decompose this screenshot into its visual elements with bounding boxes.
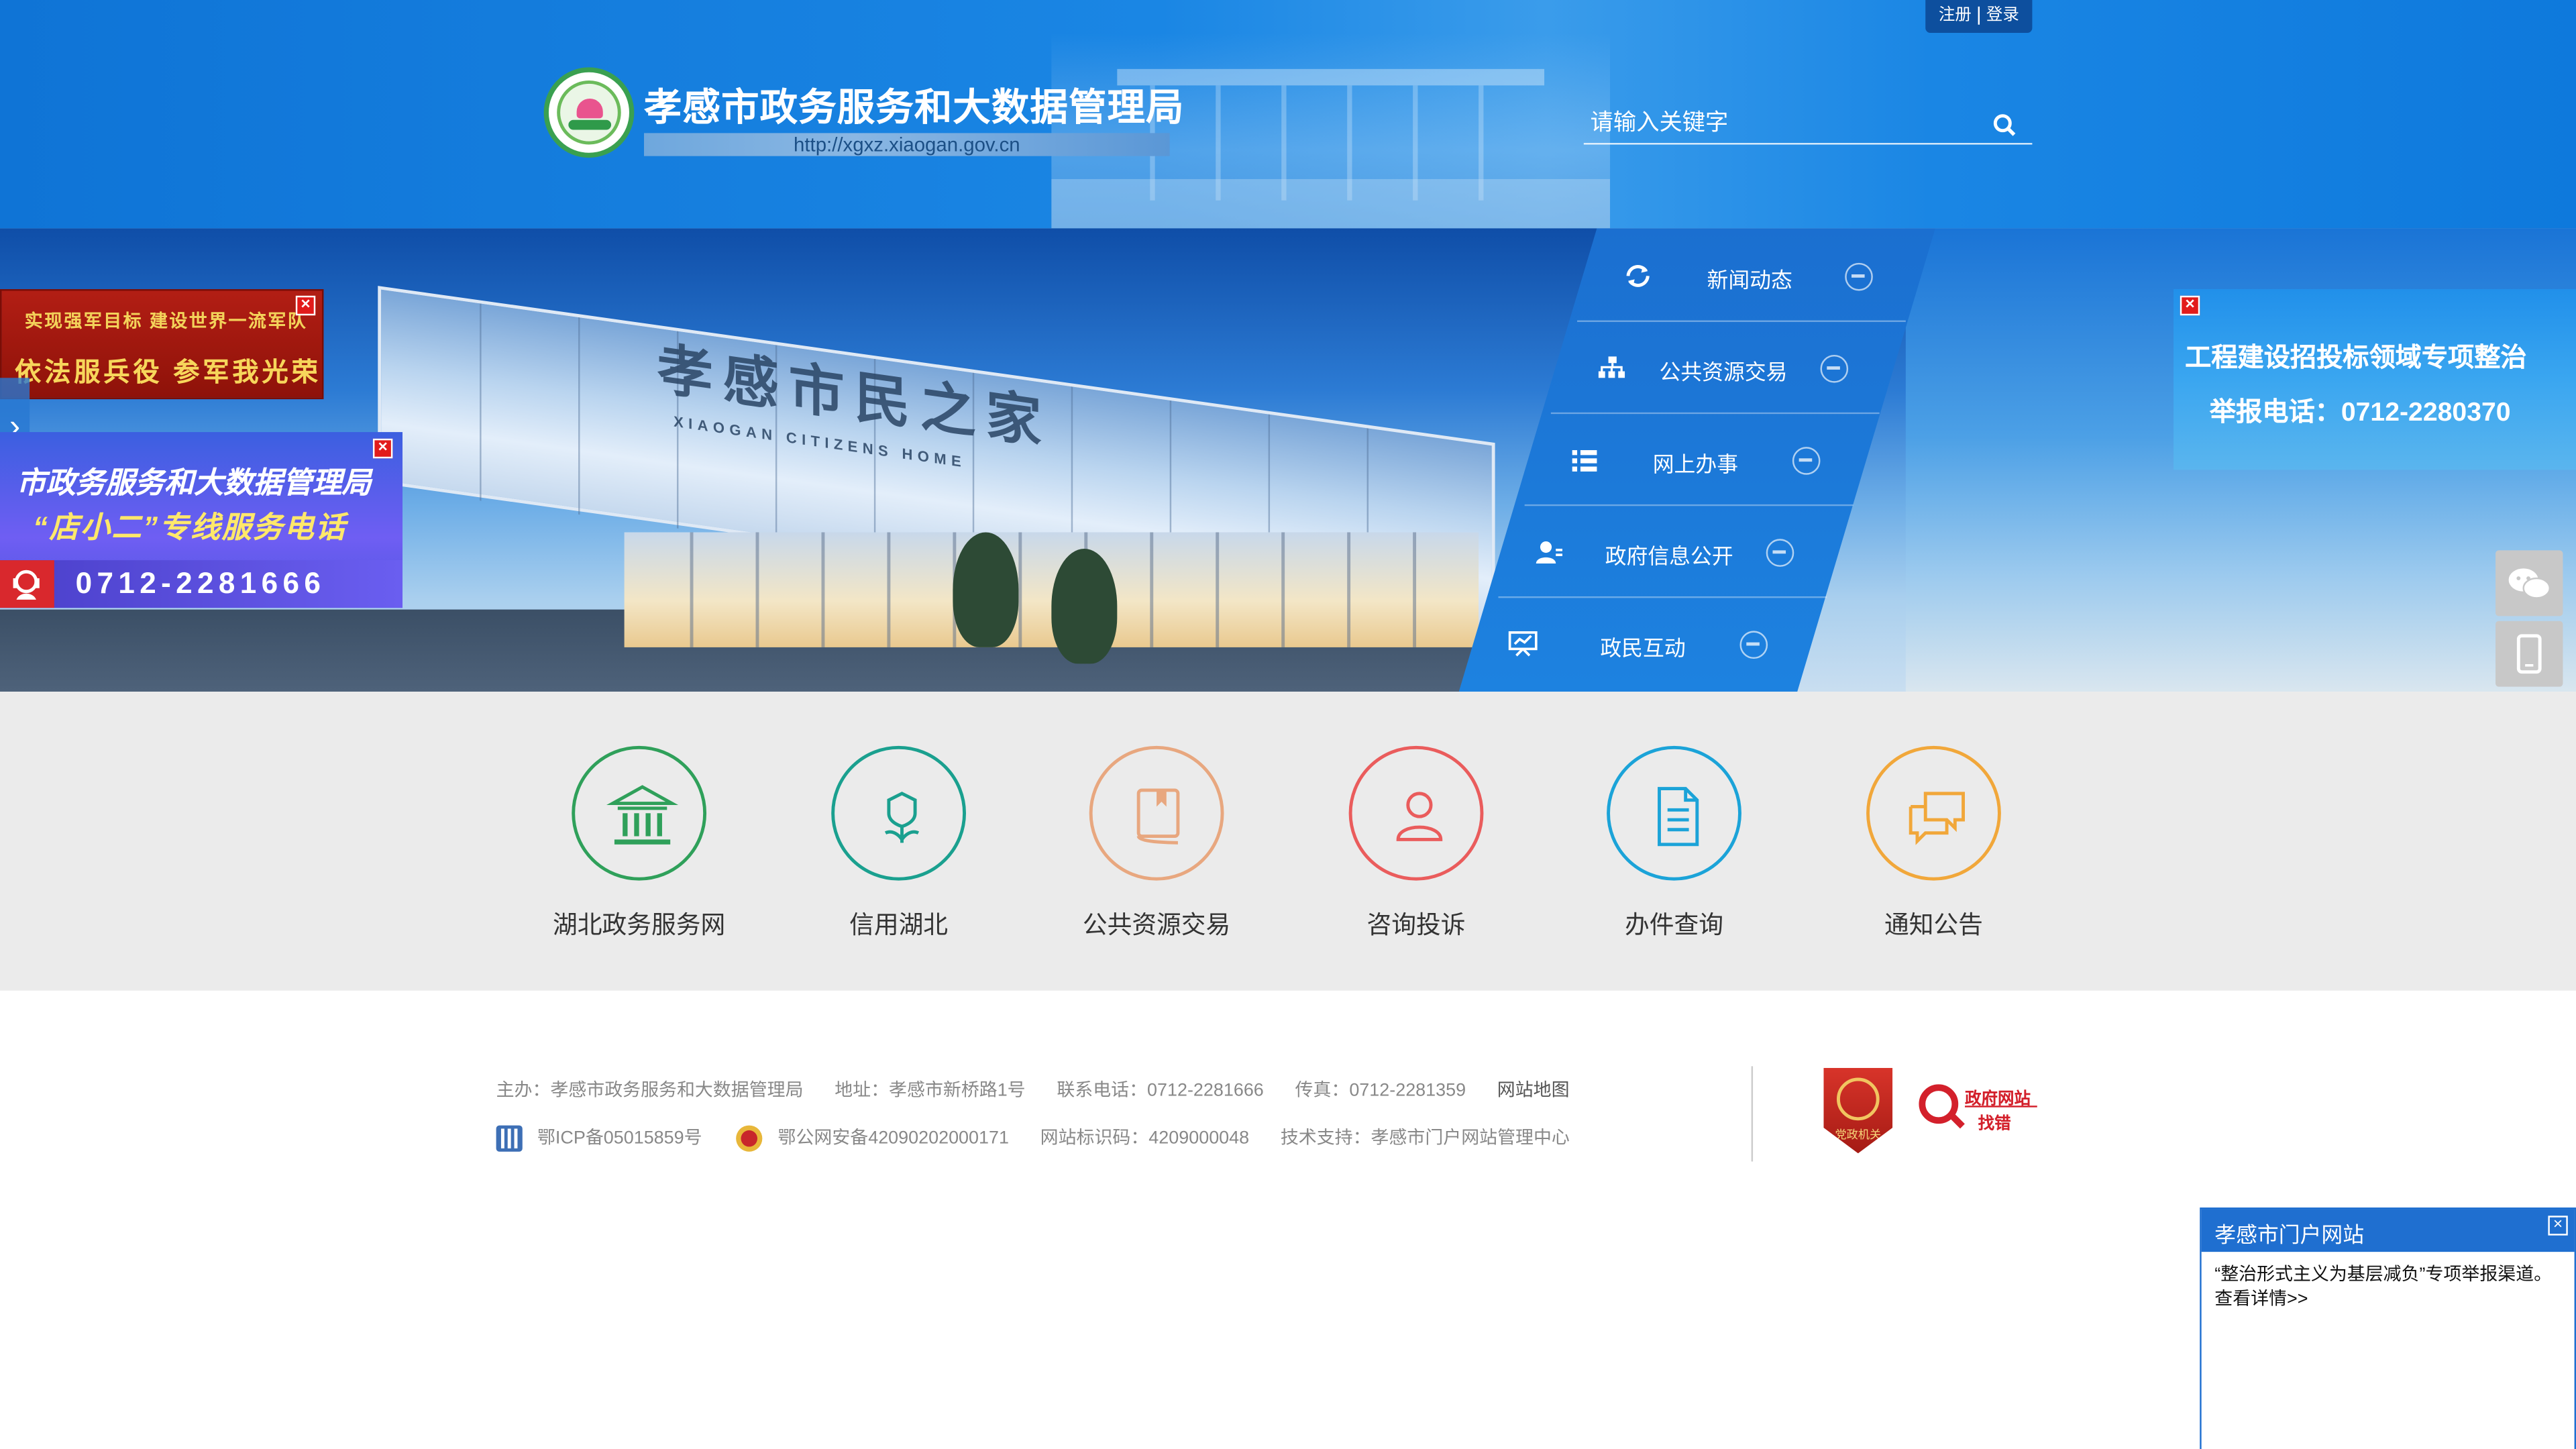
login-link[interactable]: 登录 — [1980, 7, 2026, 25]
footer-site-id: 网站标识码：4209000048 — [1040, 1128, 1250, 1148]
nav-label: 政府信息公开 — [1605, 543, 1733, 569]
gov-website-error-report-badge[interactable]: 政府网站 找错 — [1919, 1078, 2037, 1140]
nav-item-interaction[interactable]: 政民互动 — [1472, 598, 1801, 690]
flower-icon — [831, 745, 967, 881]
chat-icon — [1866, 745, 2001, 881]
quick-link-label: 湖北政务服务网 — [553, 912, 726, 940]
ad-report-line1: 工程建设招投标领域专项整治 — [2185, 345, 2527, 373]
arrow-right-icon — [1792, 447, 1821, 475]
quick-link-label: 信用湖北 — [849, 912, 949, 940]
org-chart-icon — [1598, 356, 1625, 378]
arrow-right-icon — [1739, 631, 1768, 659]
ad-report-line2: 举报电话：0712-2280370 — [2209, 399, 2511, 427]
close-icon[interactable]: × — [295, 295, 316, 316]
site-footer: 主办：孝感市政务服务和大数据管理局 地址：孝感市新桥路1号 联系电话：0712-… — [0, 990, 2576, 1205]
nav-item-public-resources[interactable]: 公共资源交易 — [1550, 322, 1880, 415]
nav-label: 网上办事 — [1652, 451, 1739, 477]
auth-links: 注册 登录 — [1925, 0, 2033, 33]
nav-item-news[interactable]: 新闻动态 — [1577, 230, 1906, 323]
quick-link-notices[interactable]: 通知公告 — [1835, 745, 2033, 959]
search-box — [1583, 99, 2033, 145]
wechat-button[interactable] — [2496, 550, 2563, 616]
quick-link-consult-complaint[interactable]: 咨询投诉 — [1318, 745, 1515, 959]
army-recruitment-ad[interactable]: 实现强军目标 建设世界一流军队 依法服兵役 参军我光荣 × — [0, 289, 324, 400]
nav-item-online-services[interactable]: 网上办事 — [1524, 414, 1854, 506]
site-title[interactable]: 孝感市政务服务和大数据管理局 — [644, 76, 1185, 131]
close-icon[interactable]: × — [2548, 1216, 2568, 1236]
footer-records-row: 鄂ICP备05015859号 鄂公网安备42090202000171 网站标识码… — [493, 1122, 1596, 1155]
quick-links: 湖北政务服务网 信用湖北 公共资源交易 咨询投诉 办件查询 通知公告 — [0, 692, 2576, 991]
icp-record-icon — [496, 1125, 523, 1152]
quick-link-credit-hubei[interactable]: 信用湖北 — [800, 745, 998, 959]
ad-service-line1: 市政务服务和大数据管理局 — [16, 466, 372, 500]
user-info-icon — [1536, 541, 1562, 564]
book-icon — [1089, 745, 1224, 881]
wechat-icon — [2508, 568, 2551, 599]
notice-popup: 孝感市门户网站 × “整治形式主义为基层减负”专项举报渠道。查看详情>> — [2200, 1208, 2576, 1449]
footer-tech: 技术支持：孝感市门户网站管理中心 — [1280, 1128, 1570, 1148]
nav-item-gov-info[interactable]: 政府信息公开 — [1498, 506, 1827, 598]
nav-label: 政民互动 — [1600, 635, 1686, 661]
building-icon — [572, 745, 707, 881]
presentation-icon — [1508, 631, 1538, 657]
refresh-icon — [1626, 265, 1650, 287]
close-icon[interactable]: × — [2180, 295, 2200, 316]
bidding-report-ad[interactable]: 工程建设招投标领域专项整治 举报电话：0712-2280370 × — [2174, 289, 2576, 470]
mobile-phone-icon — [2516, 634, 2542, 674]
nav-label: 新闻动态 — [1707, 268, 1792, 292]
search-input[interactable] — [1590, 105, 1968, 138]
badge-error-line2: 找错 — [1978, 1115, 2011, 1134]
footer-address: 地址：孝感市新桥路1号 — [835, 1081, 1026, 1101]
quick-link-label: 咨询投诉 — [1366, 912, 1466, 940]
sitemap-link[interactable]: 网站地图 — [1497, 1081, 1570, 1100]
citizens-home-building-image: 孝感市民之家 XIAOGAN CITIZENS HOME — [378, 286, 1495, 647]
service-hotline-ad[interactable]: 市政务服务和大数据管理局 “店小二”专线服务电话 0712-2281666 × — [0, 432, 403, 608]
ad-army-line1: 实现强军目标 建设世界一流军队 — [24, 312, 308, 332]
quick-link-public-resources[interactable]: 公共资源交易 — [1058, 745, 1255, 959]
badge-party-text: 党政机关 — [1835, 1130, 1882, 1142]
popup-body-link[interactable]: “整治形式主义为基层减负”专项举报渠道。查看详情>> — [2214, 1263, 2559, 1312]
quick-link-label: 通知公告 — [1884, 912, 1983, 940]
footer-icp[interactable]: 鄂ICP备05015859号 — [537, 1128, 702, 1148]
footer-police[interactable]: 鄂公网安备42090202000171 — [778, 1128, 1009, 1148]
list-icon — [1572, 450, 1597, 472]
ad-army-line2: 依法服兵役 参军我光荣 — [15, 360, 321, 388]
footer-divider — [1751, 1066, 1754, 1162]
site-header: 孝感市政务服务和大数据管理局 http://xgxz.xiaogan.gov.c… — [0, 0, 2576, 229]
tree — [953, 532, 1019, 647]
footer-host: 主办：孝感市政务服务和大数据管理局 — [496, 1081, 804, 1101]
footer-info-row: 主办：孝感市政务服务和大数据管理局 地址：孝感市新桥路1号 联系电话：0712-… — [496, 1076, 1596, 1102]
site-url: http://xgxz.xiaogan.gov.cn — [644, 133, 1170, 156]
mobile-button[interactable] — [2496, 621, 2563, 687]
quick-link-hubei-gov-service[interactable]: 湖北政务服务网 — [541, 745, 738, 959]
ad-service-line2: “店小二”专线服务电话 — [32, 511, 347, 544]
footer-phone: 联系电话：0712-2281666 — [1057, 1081, 1264, 1101]
quick-link-label: 公共资源交易 — [1082, 912, 1231, 940]
tree — [1051, 548, 1118, 664]
document-icon — [1607, 745, 1741, 881]
nav-label: 公共资源交易 — [1659, 360, 1788, 385]
register-link[interactable]: 注册 — [1932, 7, 1978, 25]
search-icon[interactable] — [1993, 113, 2016, 136]
arrow-right-icon — [1766, 539, 1794, 567]
party-gov-badge[interactable]: 党政机关 — [1823, 1067, 1893, 1154]
quick-link-case-query[interactable]: 办件查询 — [1576, 745, 1773, 959]
close-icon[interactable]: × — [372, 438, 393, 459]
police-badge-icon — [737, 1125, 763, 1152]
footer-fax: 传真：0712-2281359 — [1295, 1081, 1466, 1101]
arrow-right-icon — [1845, 262, 1873, 291]
popup-title: 孝感市门户网站 — [2214, 1222, 2365, 1247]
quick-link-label: 办件查询 — [1625, 912, 1724, 940]
phone-operator-icon — [0, 560, 54, 608]
ad-service-phone: 0712-2281666 — [75, 566, 326, 600]
person-icon — [1348, 745, 1484, 881]
government-emblem-logo[interactable] — [543, 67, 635, 158]
arrow-right-icon — [1820, 354, 1849, 383]
